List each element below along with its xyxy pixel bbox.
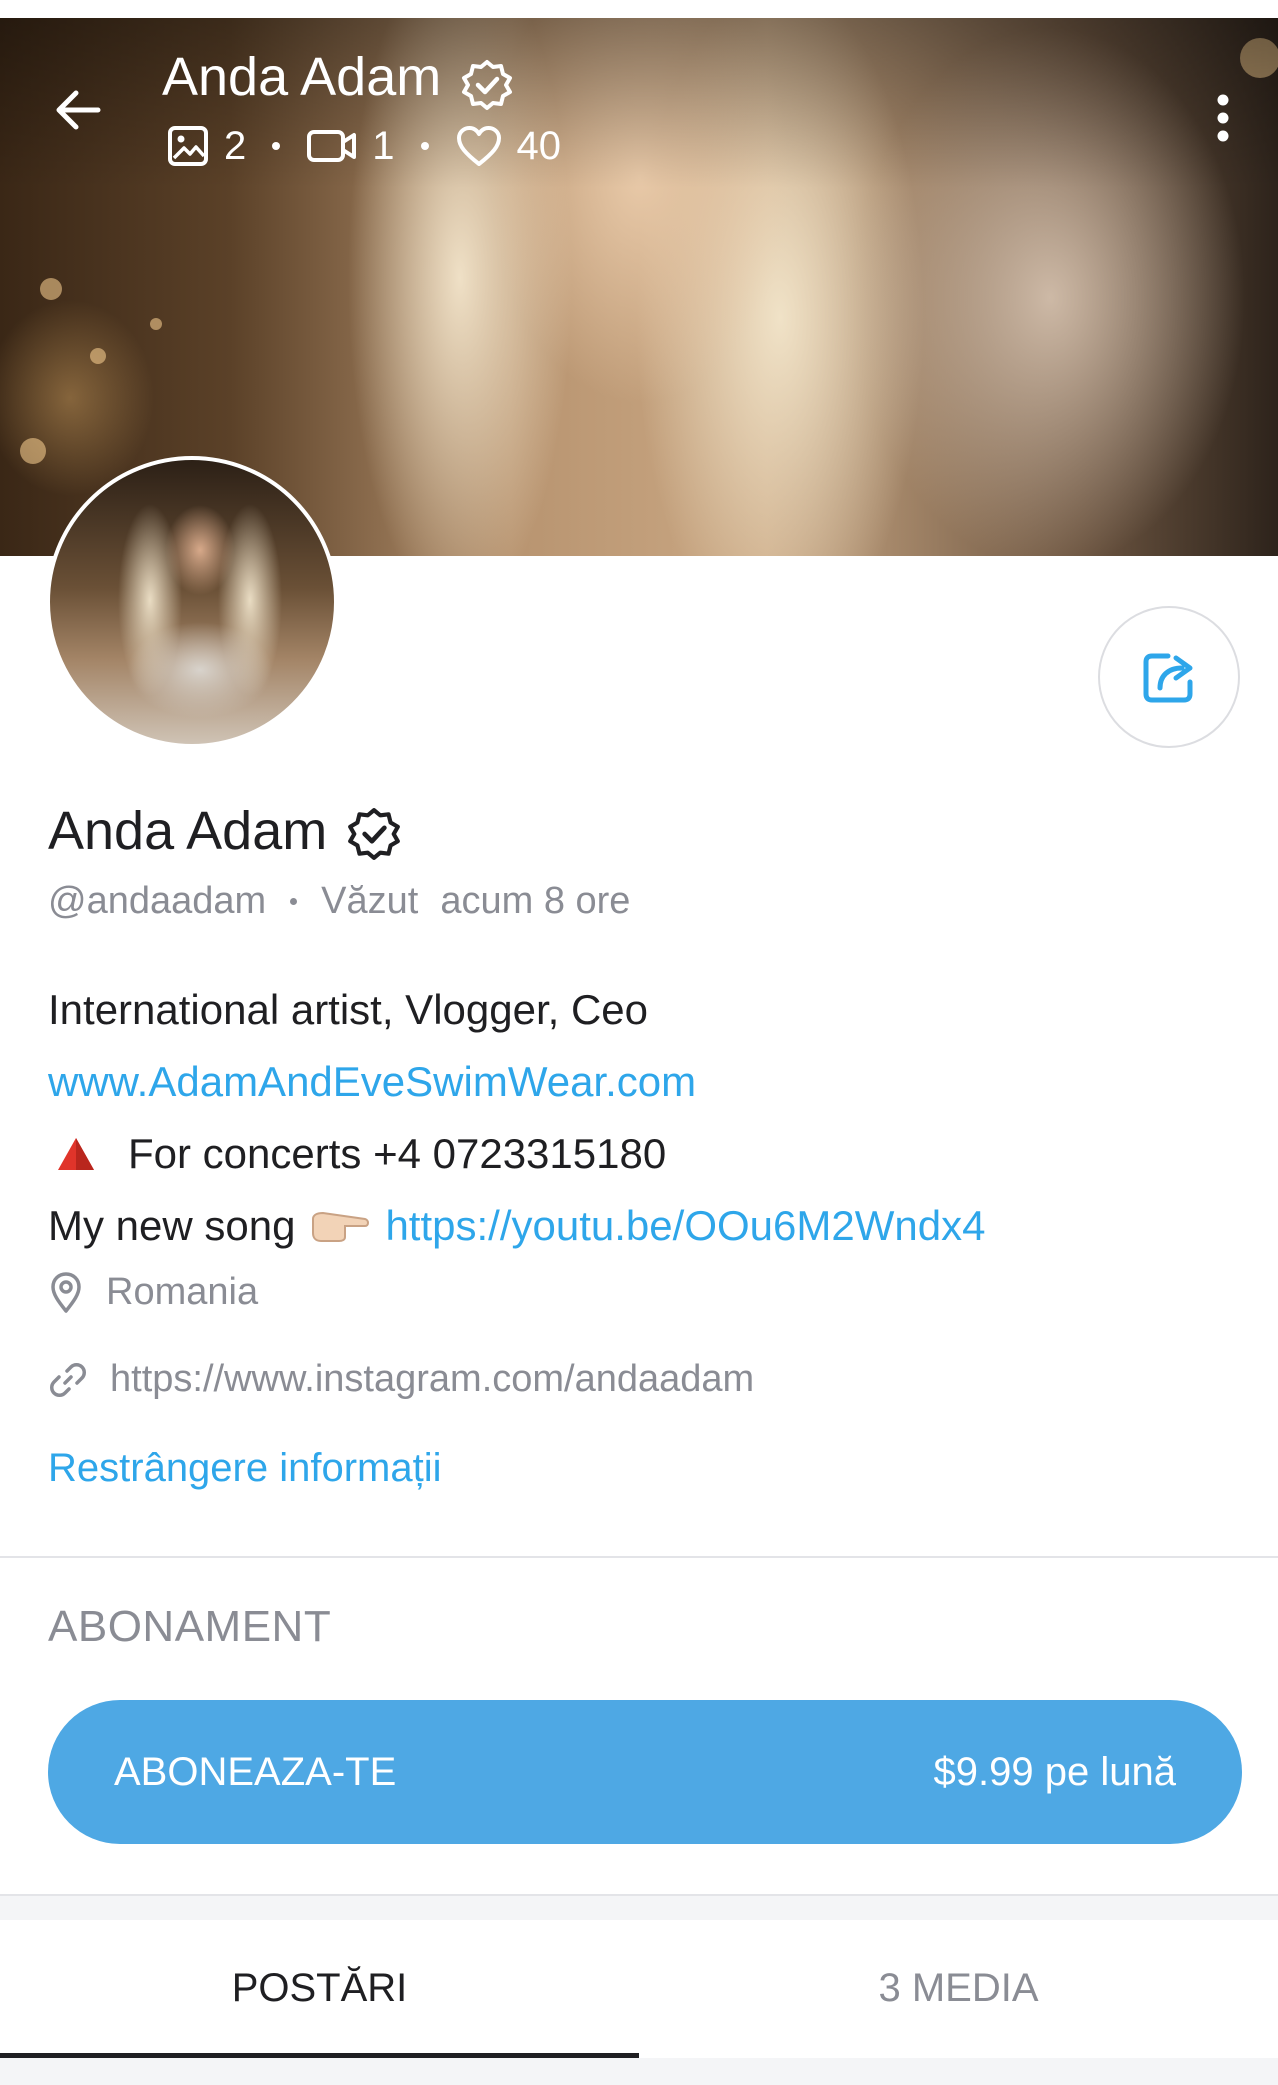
videos-count: 1 bbox=[372, 123, 395, 168]
tab-posts[interactable]: POSTĂRI bbox=[0, 1918, 639, 2058]
song-prefix: My new song bbox=[48, 1202, 296, 1249]
location-row: Romania bbox=[48, 1270, 258, 1314]
section-separator bbox=[0, 1894, 1278, 1920]
back-button[interactable] bbox=[46, 78, 110, 142]
collapse-info-link[interactable]: Restrângere informații bbox=[48, 1446, 442, 1491]
profile-stats: 2 1 40 bbox=[166, 118, 561, 174]
handle-row: @andaadam Văzut acum 8 ore bbox=[48, 880, 630, 923]
subscribe-label: ABONEAZA-TE bbox=[114, 1749, 397, 1794]
videos-stat: 1 bbox=[306, 123, 395, 169]
subscription-title: ABONAMENT bbox=[48, 1602, 332, 1651]
verified-badge-icon bbox=[348, 808, 400, 860]
photos-stat: 2 bbox=[166, 124, 246, 169]
location-text: Romania bbox=[106, 1270, 259, 1313]
bottom-separator bbox=[0, 2058, 1278, 2085]
header-title: Anda Adam bbox=[162, 47, 442, 107]
content-tabs: POSTĂRI 3 MEDIA bbox=[0, 1918, 1278, 2058]
photos-count: 2 bbox=[224, 123, 247, 168]
heart-icon bbox=[456, 126, 501, 166]
location-pin-icon bbox=[51, 1272, 81, 1313]
link-icon bbox=[50, 1362, 86, 1397]
verified-badge-icon bbox=[462, 60, 512, 110]
share-icon bbox=[1143, 653, 1193, 703]
bio-line: International artist, Vlogger, Ceo bbox=[48, 986, 649, 1033]
profile-bio: International artist, Vlogger, Ceo www.A… bbox=[48, 974, 985, 1262]
concerts-line: For concerts +4 0723315180 bbox=[128, 1130, 667, 1177]
likes-count: 40 bbox=[516, 123, 562, 168]
subscription-price: $9.99 pe lună bbox=[933, 1749, 1176, 1794]
last-seen-label: Văzut bbox=[321, 880, 419, 922]
tab-media[interactable]: 3 MEDIA bbox=[639, 1918, 1278, 2058]
more-vertical-icon bbox=[1217, 94, 1229, 142]
image-icon bbox=[168, 126, 208, 166]
video-camera-icon bbox=[307, 130, 357, 162]
share-button[interactable] bbox=[1098, 606, 1240, 748]
more-options-button[interactable] bbox=[1208, 76, 1238, 156]
song-link[interactable]: https://youtu.be/OOu6M2Wndx4 bbox=[385, 1190, 985, 1262]
divider bbox=[0, 1556, 1278, 1558]
pointing-right-emoji bbox=[312, 1211, 370, 1242]
red-triangle-emoji bbox=[58, 1138, 94, 1170]
last-seen-time: acum 8 ore bbox=[440, 880, 631, 922]
arrow-left-icon bbox=[56, 90, 101, 130]
top-bar: Anda Adam 2 1 40 bbox=[0, 18, 1278, 168]
profile-handle: @andaadam bbox=[48, 880, 267, 922]
website-link[interactable]: www.AdamAndEveSwimWear.com bbox=[48, 1046, 696, 1118]
subscribe-button[interactable]: ABONEAZA-TE $9.99 pe lună bbox=[48, 1700, 1242, 1844]
avatar[interactable] bbox=[46, 456, 338, 748]
external-link-row[interactable]: https://www.instagram.com/andaadam bbox=[48, 1358, 754, 1401]
profile-name: Anda Adam bbox=[48, 801, 328, 861]
external-link-text[interactable]: https://www.instagram.com/andaadam bbox=[110, 1358, 754, 1401]
likes-stat: 40 bbox=[455, 123, 562, 169]
